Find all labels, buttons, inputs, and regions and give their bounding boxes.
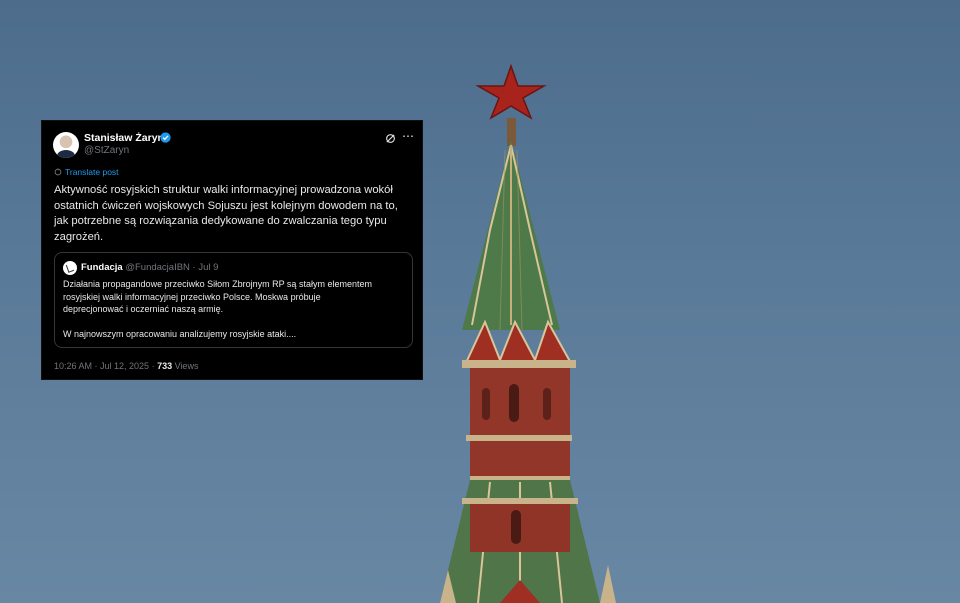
tower-upper-body (470, 362, 570, 480)
star-stem (507, 118, 516, 146)
quote-author-name[interactable]: Fundacja (81, 262, 123, 273)
grok-icon[interactable] (385, 133, 396, 144)
quote-header: Fundacja @FundacjaIBN · Jul 9 (81, 262, 218, 273)
translate-icon (54, 168, 62, 176)
verified-badge-icon (160, 132, 171, 143)
quote-avatar[interactable] (63, 261, 77, 275)
views-label: Views (172, 361, 199, 371)
quote-separator: · (192, 262, 196, 273)
quote-text: Działania propagandowe przeciwko Siłom Z… (63, 279, 372, 340)
post-timestamp[interactable]: 10:26 AM · Jul 12, 2025 · (54, 361, 157, 371)
views-count: 733 (157, 361, 173, 371)
author-name[interactable]: Stanisław Żaryn (84, 132, 164, 144)
translate-label: Translate post (65, 167, 119, 177)
tweet-card[interactable]: Stanisław Żaryn @StZaryn ⋯ Translate pos… (41, 120, 423, 380)
quoted-post[interactable]: Fundacja @FundacjaIBN · Jul 9 Działania … (54, 252, 413, 348)
avatar[interactable] (53, 132, 79, 158)
more-icon[interactable]: ⋯ (402, 129, 414, 143)
tower-star (475, 63, 547, 120)
translate-post-link[interactable]: Translate post (54, 167, 119, 177)
quote-date[interactable]: Jul 9 (198, 262, 218, 273)
author-handle[interactable]: @StZaryn (84, 145, 129, 156)
post-text: Aktywność rosyjskich struktur walki info… (54, 184, 398, 243)
post-meta: 10:26 AM · Jul 12, 2025 · 733 Views (54, 361, 198, 371)
quote-author-handle[interactable]: @FundacjaIBN (125, 262, 190, 273)
